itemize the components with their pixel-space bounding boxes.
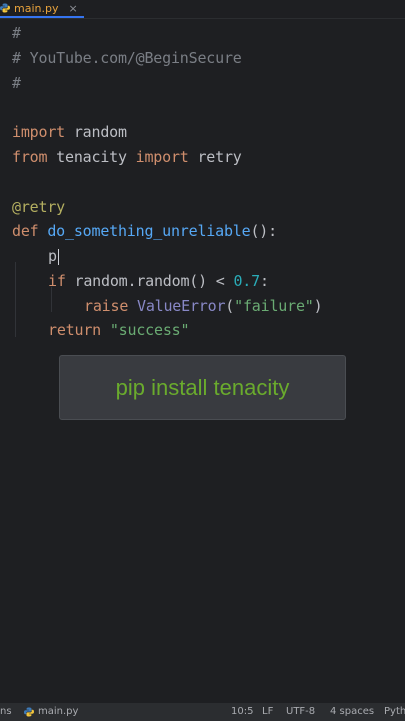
status-indent[interactable]: 4 spaces	[330, 703, 374, 721]
status-caret-position[interactable]: 10:5	[231, 703, 253, 721]
code-line-8: @retry	[12, 198, 65, 216]
editor-tab-bar: main.py ×	[0, 0, 405, 19]
code-line-11: if random.random() < 0.7:	[48, 272, 269, 290]
tab-main-py[interactable]: main.py ×	[0, 0, 84, 18]
code-line-2: # YouTube.com/@BeginSecure	[12, 49, 242, 67]
indent-guide	[15, 262, 16, 337]
status-language[interactable]: Pyth	[384, 703, 405, 721]
code-line-6: from tenacity import retry	[12, 148, 242, 166]
python-file-icon	[24, 707, 34, 717]
code-line-10: p	[48, 244, 60, 269]
command-overlay-box: pip install tenacity	[59, 355, 346, 420]
status-line-ending[interactable]: LF	[262, 703, 273, 721]
status-left-text: ns	[0, 706, 12, 717]
command-overlay-text: pip install tenacity	[115, 374, 290, 400]
code-line-12: raise ValueError("failure")	[84, 297, 323, 315]
close-tab-icon[interactable]: ×	[68, 2, 77, 15]
code-line-9: def do_something_unreliable():	[12, 222, 277, 240]
status-encoding[interactable]: UTF-8	[286, 703, 315, 721]
status-file-label: main.py	[38, 706, 79, 717]
code-line-1: #	[12, 24, 21, 42]
python-file-icon	[0, 3, 10, 13]
code-line-5: import random	[12, 123, 127, 141]
status-bar: ns main.py 10:5 LF UTF-8 4 spaces Pyth	[0, 702, 405, 721]
code-line-3: #	[12, 74, 21, 92]
text-caret	[57, 248, 60, 265]
tab-label: main.py	[14, 1, 59, 15]
code-line-13: return "success"	[48, 321, 190, 339]
status-file[interactable]: main.py	[24, 703, 78, 721]
